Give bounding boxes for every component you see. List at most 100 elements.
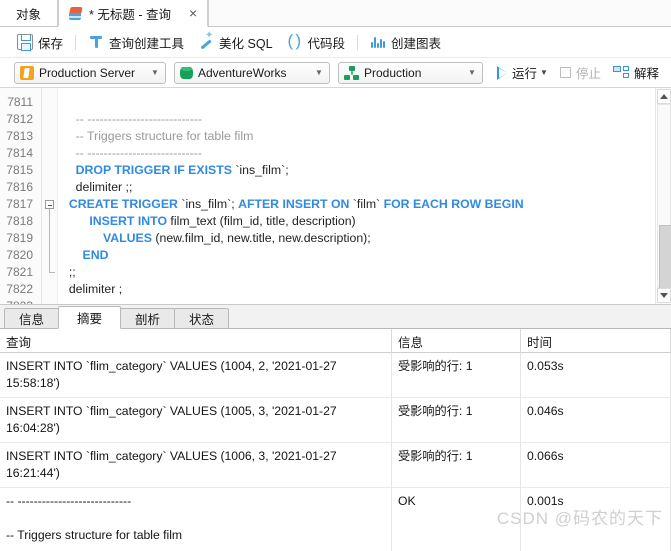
sql-editor[interactable]: 7811 7812 7813 7814 7815 7816 7817 7818 7819 7820… [0, 88, 671, 305]
cell-query[interactable]: INSERT INTO `flim_category` VALUES (1005… [0, 398, 392, 442]
code-snippet-icon [287, 31, 303, 51]
result-tab-label: 摘要 [77, 312, 103, 326]
tab-query[interactable]: * 无标题 - 查询 × [58, 0, 209, 27]
code-snippet-button[interactable]: 代码段 [280, 30, 353, 54]
cell-time[interactable]: 0.066s [521, 443, 671, 487]
code-token: AFTER INSERT ON [238, 197, 350, 211]
code-token: -- ---------------------------- [62, 146, 202, 160]
stop-button-label: 停止 [575, 67, 601, 81]
code-line[interactable]: -- Triggers structure for table film [62, 128, 254, 145]
code-line[interactable]: -- ---------------------------- [62, 111, 202, 128]
code-line[interactable]: VALUES (new.film_id, new.title, new.desc… [62, 230, 371, 247]
cell-time[interactable]: 0.046s [521, 398, 671, 442]
scroll-down-button[interactable] [657, 288, 671, 303]
code-text-area[interactable]: -- ---------------------------- -- Trigg… [58, 88, 655, 304]
line-number: 7816 [6, 180, 33, 194]
table-row[interactable]: -- ---------------------------- -- Trigg… [0, 488, 671, 551]
cell-info[interactable]: 受影响的行: 1 [392, 353, 521, 397]
code-folding-gutter[interactable] [42, 88, 58, 304]
chevron-down-icon [660, 293, 668, 298]
database-select[interactable]: AdventureWorks ▼ [174, 61, 330, 84]
table-row[interactable]: INSERT INTO `flim_category` VALUES (1004… [0, 353, 671, 398]
code-line[interactable]: INSERT INTO film_text (film_id, title, d… [62, 213, 356, 230]
code-line[interactable]: -- ---------------------------- [62, 145, 202, 162]
fold-collapse-icon[interactable] [45, 200, 54, 209]
query-builder-label: 查询创建工具 [109, 36, 185, 51]
explain-icon [612, 65, 629, 80]
code-token: delimiter ;; [62, 180, 133, 194]
cell-query[interactable]: INSERT INTO `flim_category` VALUES (1006… [0, 443, 392, 487]
cell-time[interactable]: 0.001s [521, 488, 671, 551]
editor-vertical-scrollbar[interactable] [655, 88, 671, 304]
table-row[interactable]: INSERT INTO `flim_category` VALUES (1005… [0, 398, 671, 443]
line-number: 7822 [6, 282, 33, 296]
schema-select[interactable]: Production ▼ [338, 61, 483, 84]
explain-button[interactable]: 解释 [607, 62, 665, 84]
close-icon[interactable]: × [189, 6, 197, 20]
code-token: delimiter ; [62, 282, 123, 296]
result-tab-1[interactable]: 摘要 [58, 306, 122, 329]
code-token: `film` [349, 197, 384, 211]
cell-query[interactable]: -- ---------------------------- -- Trigg… [0, 488, 392, 551]
connection-bar: Production Server ▼ AdventureWorks ▼ Pro… [0, 58, 671, 88]
code-line[interactable]: END [62, 247, 109, 264]
code-token: (new.film_id, new.title, new.description… [151, 231, 371, 245]
line-number: 7820 [6, 248, 33, 262]
window-tabstrip: 对象 * 无标题 - 查询 × [0, 0, 671, 27]
mysql-query-window: 对象 * 无标题 - 查询 × 保存 查询创建工具 美化 SQL 代码段 [0, 0, 671, 551]
results-grid[interactable]: 查询 信息 时间 INSERT INTO `flim_category` VAL… [0, 329, 671, 551]
chevron-up-icon [660, 94, 668, 99]
beautify-sql-label: 美化 SQL [219, 36, 273, 51]
code-token: -- ---------------------------- [62, 112, 202, 126]
cell-query[interactable]: INSERT INTO `flim_category` VALUES (1004… [0, 353, 392, 397]
column-header-info[interactable]: 信息 [392, 329, 521, 353]
cell-info[interactable]: 受影响的行: 1 [392, 398, 521, 442]
run-button[interactable]: 运行 ▼ [491, 62, 554, 84]
chevron-down-icon: ▼ [540, 68, 548, 77]
stop-button[interactable]: 停止 [554, 62, 607, 84]
code-token: `ins_film`; [231, 163, 289, 177]
code-token: `ins_film`; [177, 197, 239, 211]
result-tab-0[interactable]: 信息 [4, 308, 60, 328]
code-line[interactable]: delimiter ; [62, 281, 122, 298]
save-button[interactable]: 保存 [10, 30, 70, 54]
line-number: 7814 [6, 146, 33, 160]
fold-range-line [49, 209, 50, 272]
schema-icon [344, 65, 359, 80]
query-builder-button[interactable]: 查询创建工具 [81, 30, 191, 54]
column-header-query[interactable]: 查询 [0, 329, 392, 353]
beautify-sql-button[interactable]: 美化 SQL [191, 30, 280, 54]
main-toolbar: 保存 查询创建工具 美化 SQL 代码段 创建图表 [0, 27, 671, 58]
column-header-time[interactable]: 时间 [521, 329, 671, 353]
code-line[interactable]: DROP TRIGGER IF EXISTS `ins_film`; [62, 162, 289, 179]
result-tab-3[interactable]: 状态 [174, 308, 230, 328]
scrollbar-track[interactable] [657, 104, 671, 293]
code-line[interactable]: ;; [62, 264, 76, 281]
scroll-up-button[interactable] [657, 89, 671, 104]
line-number: 7813 [6, 129, 33, 143]
result-tab-2[interactable]: 剖析 [120, 308, 176, 328]
query-builder-icon [88, 34, 104, 50]
chevron-down-icon: ▼ [151, 68, 159, 77]
line-number: 7818 [6, 214, 33, 228]
code-token: film_text (film_id, title, description) [167, 214, 356, 228]
cell-time[interactable]: 0.053s [521, 353, 671, 397]
create-chart-button[interactable]: 创建图表 [363, 30, 448, 54]
code-token: -- Triggers structure for table film [62, 129, 254, 143]
code-line[interactable]: CREATE TRIGGER `ins_film`; AFTER INSERT … [62, 196, 524, 213]
cell-info[interactable]: OK [392, 488, 521, 551]
code-line[interactable]: delimiter ;; [62, 179, 133, 196]
cell-info[interactable]: 受影响的行: 1 [392, 443, 521, 487]
line-number: 7812 [6, 112, 33, 126]
server-select[interactable]: Production Server ▼ [14, 61, 166, 84]
line-number: 7821 [6, 265, 33, 279]
table-row[interactable]: INSERT INTO `flim_category` VALUES (1006… [0, 443, 671, 488]
toolbar-separator [75, 34, 77, 50]
tab-objects[interactable]: 对象 [0, 0, 59, 26]
code-token: FOR EACH ROW BEGIN [383, 197, 524, 211]
fold-range-end [49, 272, 55, 273]
scrollbar-thumb[interactable] [659, 225, 671, 293]
code-token: END [82, 248, 109, 262]
